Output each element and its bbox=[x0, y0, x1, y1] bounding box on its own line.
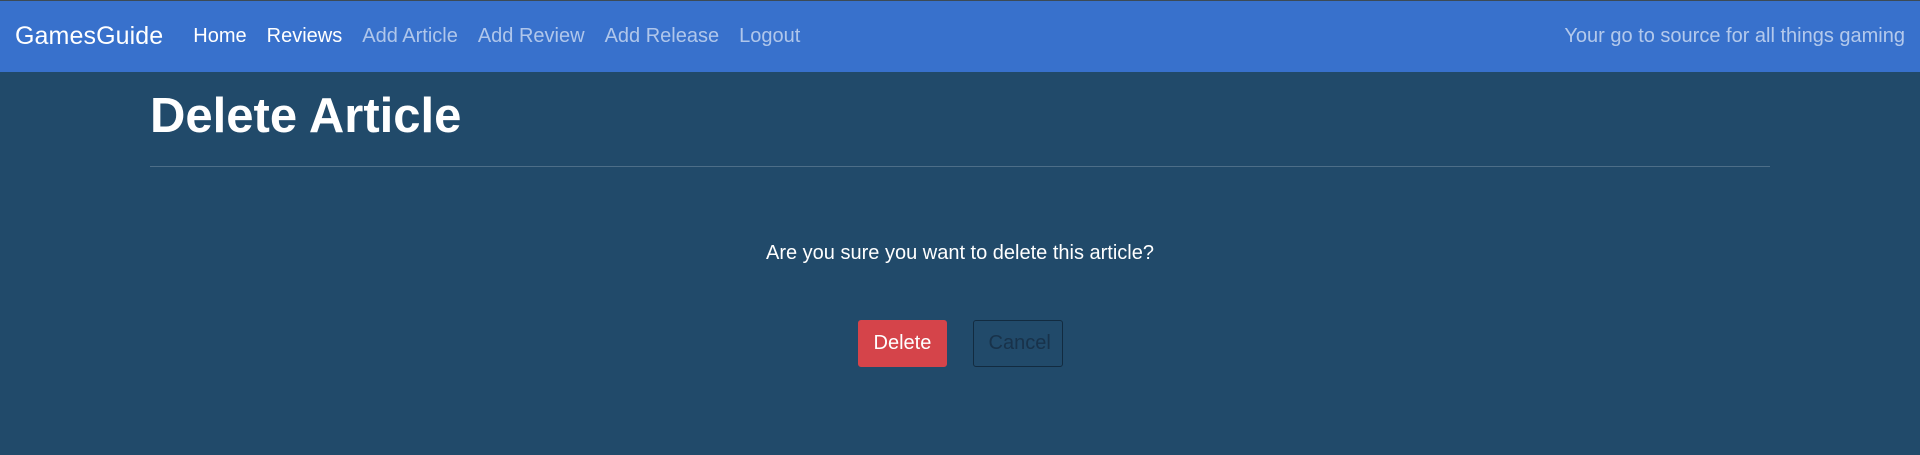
nav-link-add-review[interactable]: Add Review bbox=[478, 25, 585, 47]
cancel-button[interactable]: Cancel bbox=[972, 319, 1063, 367]
delete-button[interactable]: Delete bbox=[857, 319, 947, 367]
nav-item-reviews: Reviews bbox=[267, 25, 343, 48]
confirm-message: Are you sure you want to delete this art… bbox=[766, 241, 1154, 264]
main-container: Delete Article Are you sure you want to … bbox=[150, 72, 1770, 367]
navbar-tagline: Your go to source for all things gaming bbox=[1564, 25, 1905, 47]
brand-link[interactable]: GamesGuide bbox=[15, 22, 163, 51]
action-buttons: Delete Cancel bbox=[150, 319, 1770, 367]
nav-link-reviews[interactable]: Reviews bbox=[267, 25, 343, 47]
nav-item-add-review: Add Review bbox=[478, 25, 585, 48]
nav-list: Home Reviews Add Article Add Review Add … bbox=[193, 25, 820, 48]
nav-item-home: Home bbox=[193, 25, 246, 48]
navbar: GamesGuide Home Reviews Add Article Add … bbox=[0, 1, 1920, 72]
nav-link-add-article[interactable]: Add Article bbox=[362, 25, 458, 47]
title-divider bbox=[150, 165, 1770, 167]
nav-link-logout[interactable]: Logout bbox=[739, 25, 800, 47]
nav-link-home[interactable]: Home bbox=[193, 25, 246, 47]
nav-item-logout: Logout bbox=[739, 25, 800, 48]
page-title: Delete Article bbox=[150, 89, 462, 143]
nav-item-add-release: Add Release bbox=[605, 25, 720, 48]
nav-item-add-article: Add Article bbox=[362, 25, 458, 48]
nav-link-add-release[interactable]: Add Release bbox=[605, 25, 720, 47]
